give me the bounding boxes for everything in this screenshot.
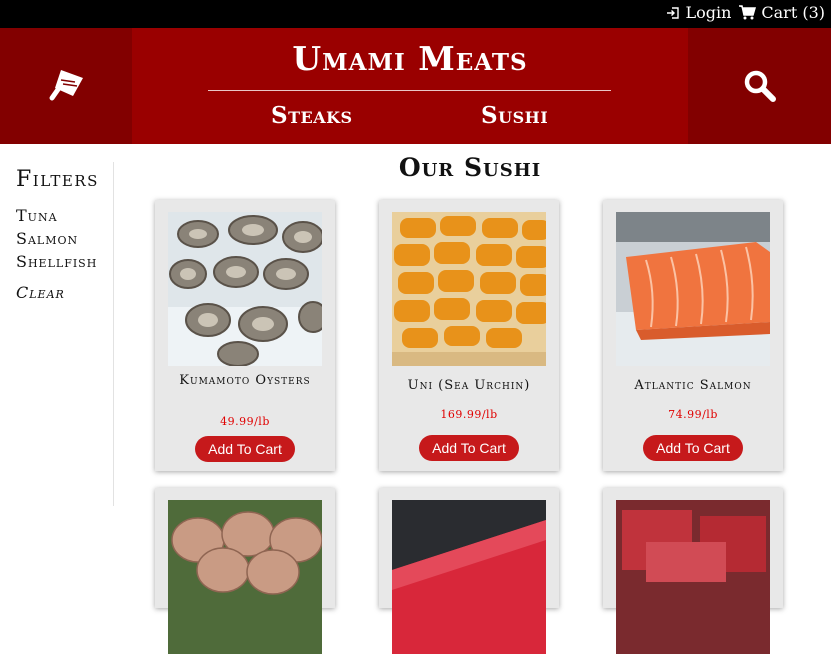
filters-sidebar: Filters Tuna Salmon Shellfish Clear <box>16 167 116 304</box>
filter-tuna[interactable]: Tuna <box>16 204 116 227</box>
product-name: Kumamoto Oysters <box>179 373 311 388</box>
add-to-cart-button[interactable]: Add To Cart <box>419 435 519 461</box>
add-to-cart-button[interactable]: Add To Cart <box>643 435 743 461</box>
filter-shellfish[interactable]: Shellfish <box>16 250 116 273</box>
top-bar: Login Cart (3) <box>0 0 831 28</box>
product-price: 49.99/lb <box>220 415 270 428</box>
cart-icon <box>739 5 757 20</box>
site-header: Umami Meats Steaks Sushi <box>0 28 831 144</box>
filter-clear[interactable]: Clear <box>16 281 116 304</box>
product-image-uni[interactable] <box>392 212 546 366</box>
page-title: Our Sushi <box>398 153 542 182</box>
search-block[interactable] <box>688 28 831 144</box>
cart-label: Cart (3) <box>761 3 825 22</box>
product-image-oysters[interactable] <box>168 212 322 366</box>
login-label: Login <box>685 3 732 22</box>
login-link[interactable]: Login <box>666 3 731 22</box>
product-card: Uni (Sea Urchin) 169.99/lb Add To Cart <box>379 200 559 471</box>
cart-link[interactable]: Cart (3) <box>739 3 825 22</box>
search-icon <box>744 70 776 102</box>
product-price: 74.99/lb <box>668 408 718 421</box>
product-card <box>603 488 783 654</box>
brand-title[interactable]: Umami Meats <box>132 42 688 75</box>
product-image-tuna-block[interactable] <box>392 500 546 654</box>
logo-block[interactable] <box>0 28 132 144</box>
add-to-cart-button[interactable]: Add To Cart <box>195 436 295 462</box>
nav-sushi[interactable]: Sushi <box>481 102 548 129</box>
nav-steaks[interactable]: Steaks <box>271 102 353 129</box>
login-icon <box>667 6 680 19</box>
filters-title: Filters <box>16 167 99 192</box>
product-image-salmon[interactable] <box>616 212 770 366</box>
product-price: 169.99/lb <box>440 408 498 421</box>
product-name: Uni (Sea Urchin) <box>407 378 531 393</box>
cleaver-icon <box>49 70 83 101</box>
product-card: Atlantic Salmon 74.99/lb Add To Cart <box>603 200 783 471</box>
brand-divider <box>208 90 611 91</box>
product-card <box>155 488 335 654</box>
product-name: Atlantic Salmon <box>634 378 752 393</box>
sidebar-divider <box>113 162 114 506</box>
product-card: Kumamoto Oysters 49.99/lb Add To Cart <box>155 200 335 471</box>
account-links: Login Cart (3) <box>658 3 825 22</box>
product-image-scallops[interactable] <box>168 500 322 654</box>
product-image-tuna-chunks[interactable] <box>616 500 770 654</box>
filter-salmon[interactable]: Salmon <box>16 227 116 250</box>
product-card <box>379 488 559 654</box>
